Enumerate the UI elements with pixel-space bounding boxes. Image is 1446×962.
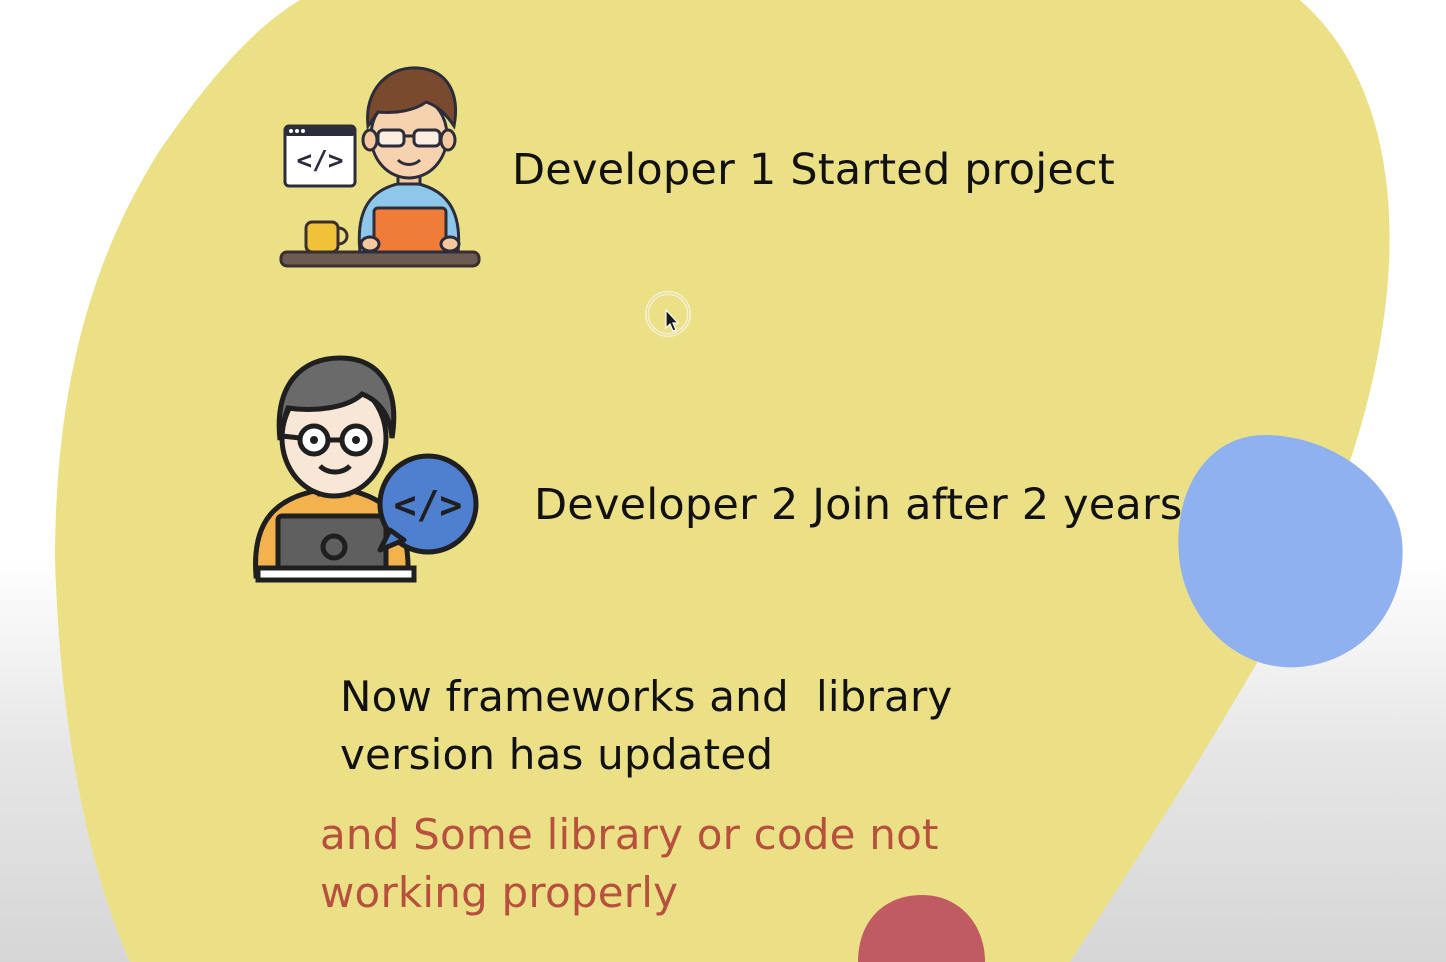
issue-caption-line1: and Some library or code not bbox=[320, 810, 939, 859]
update-caption-line2: version has updated bbox=[340, 730, 774, 779]
mouse-pointer-icon bbox=[645, 291, 691, 337]
svg-text:</>: </> bbox=[394, 483, 463, 527]
issue-caption: and Some library or code not working pro… bbox=[320, 806, 939, 922]
update-caption-line1: Now frameworks and library bbox=[340, 672, 953, 721]
developer-with-laptop-and-code-bubble-icon: </> bbox=[253, 355, 479, 583]
developer-with-laptop-and-code-window-icon: </> bbox=[279, 66, 481, 268]
update-caption: Now frameworks and library version has u… bbox=[340, 668, 952, 784]
issue-caption-line2: working properly bbox=[320, 868, 679, 917]
developer1-caption: Developer 1 Started project bbox=[512, 145, 1115, 195]
developer2-caption: Developer 2 Join after 2 years bbox=[534, 480, 1183, 530]
svg-text:</>: </> bbox=[297, 146, 344, 176]
presentation-slide: </> </> Developer 1 Started project Deve… bbox=[0, 0, 1446, 962]
